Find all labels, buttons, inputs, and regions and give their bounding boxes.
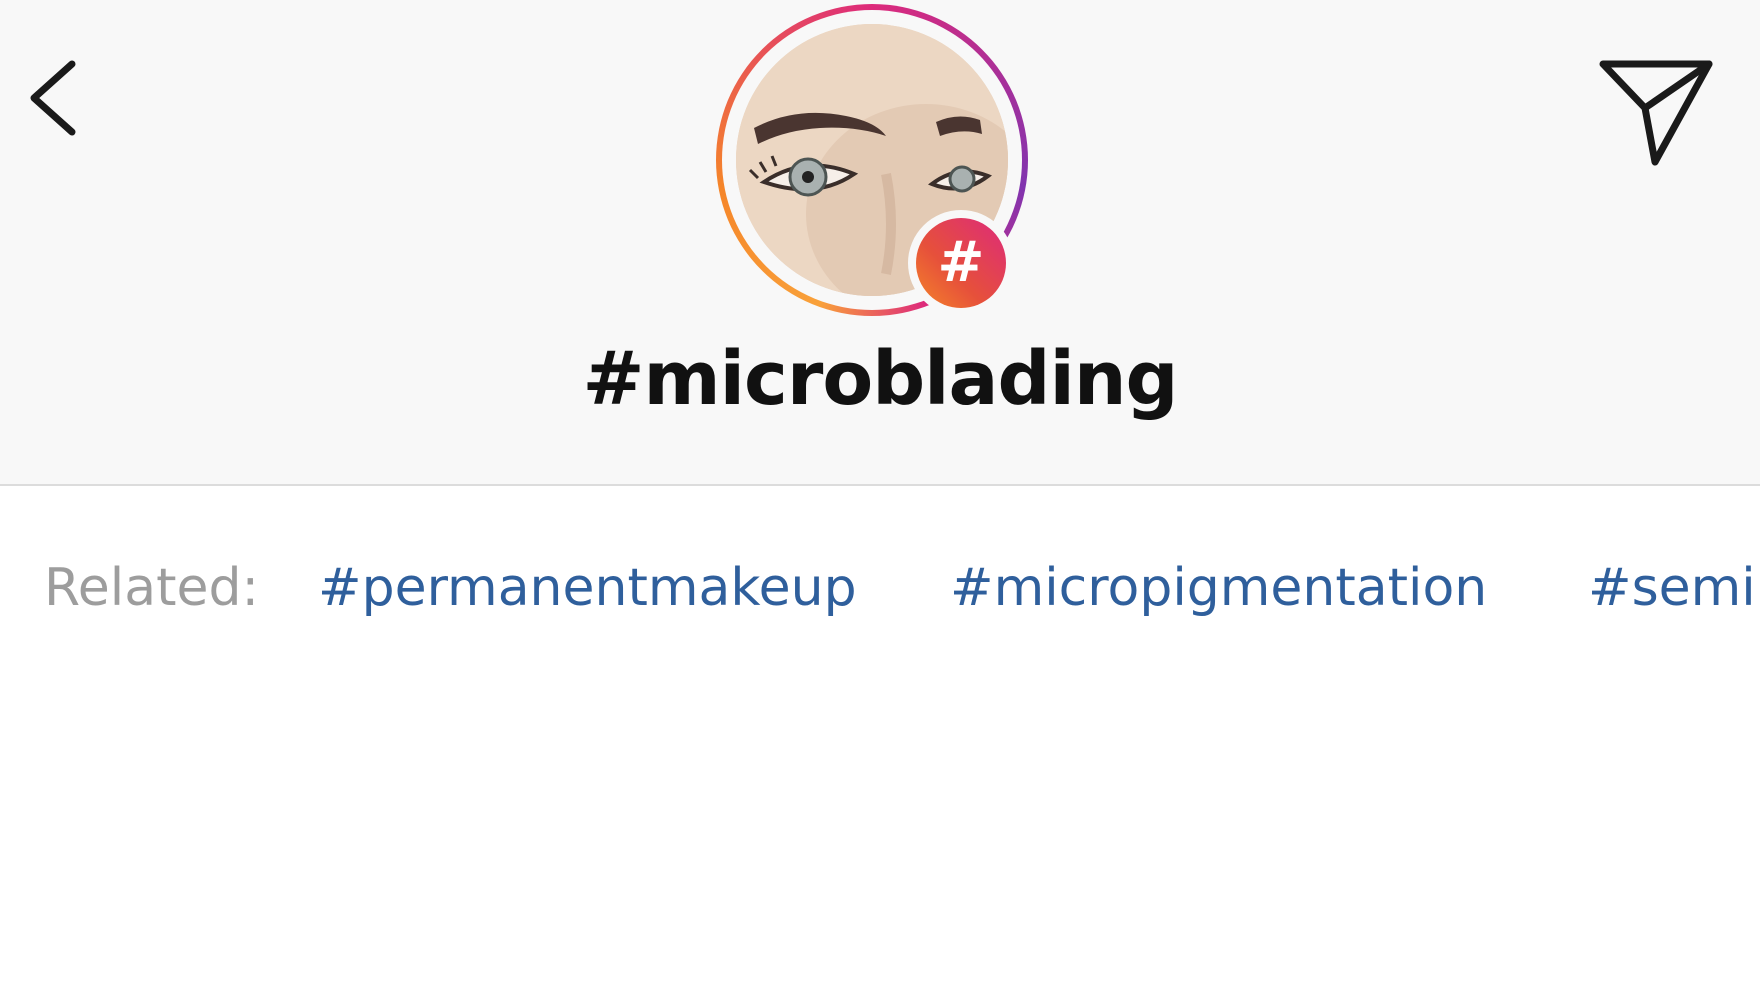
- hashtag-badge: #: [908, 210, 1014, 316]
- related-label: Related:: [44, 558, 260, 618]
- chevron-left-icon: [30, 60, 76, 136]
- related-tag-permanentmakeup[interactable]: #permanentmakeup: [318, 548, 857, 628]
- related-tag-semi[interactable]: #semi: [1588, 548, 1756, 628]
- paper-plane-icon: [1599, 60, 1713, 166]
- related-hashtags-row: Related: #permanentmakeup #micropigmenta…: [0, 548, 1760, 628]
- hashtag-badge-icon: #: [916, 218, 1006, 308]
- hashtag-header: # #microblading: [0, 0, 1760, 486]
- related-tag-micropigmentation[interactable]: #micropigmentation: [950, 548, 1487, 628]
- back-button[interactable]: [18, 50, 108, 170]
- share-button[interactable]: [1585, 50, 1725, 170]
- hashtag-title: #microblading: [582, 336, 1179, 422]
- hashtag-avatar: #: [716, 4, 1028, 316]
- hashtag-page: # #microblading Related: #permanentmakeu…: [0, 0, 1760, 990]
